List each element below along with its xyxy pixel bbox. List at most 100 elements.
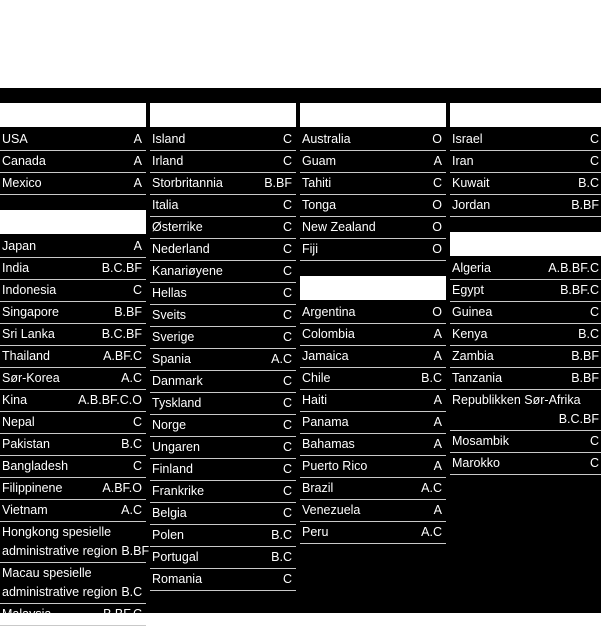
row-name: India: [2, 261, 30, 275]
table-row[interactable]: Sveits C: [150, 305, 296, 327]
table-row[interactable]: Marokko C: [450, 453, 601, 475]
table-row[interactable]: Polen B.C: [150, 525, 296, 547]
table-row[interactable]: Chile B.C: [300, 368, 446, 390]
table-row[interactable]: Danmark C: [150, 371, 296, 393]
table-row[interactable]: Spania A.C: [150, 349, 296, 371]
table-row[interactable]: Algeria A.B.BF.C: [450, 258, 601, 280]
row-code: B.BF: [571, 198, 599, 212]
row-name: Kanariøyene: [152, 264, 223, 278]
table-row[interactable]: Nederland C: [150, 239, 296, 261]
table-row[interactable]: Tyskland C: [150, 393, 296, 415]
row-code: A.C: [421, 525, 442, 539]
table-row[interactable]: Ungaren C: [150, 437, 296, 459]
table-row[interactable]: Tonga O: [300, 195, 446, 217]
table-row[interactable]: Macau spesielle administrative region B.C: [0, 563, 146, 604]
table-row[interactable]: Argentina O: [300, 302, 446, 324]
row-code: C: [589, 456, 599, 470]
row-name: Singapore: [2, 305, 59, 319]
row-name: Mosambik: [452, 434, 509, 448]
table-row[interactable]: Norge C: [150, 415, 296, 437]
row-code: A: [433, 154, 442, 168]
table-row[interactable]: Storbritannia B.BF: [150, 173, 296, 195]
table-row[interactable]: Finland C: [150, 459, 296, 481]
table-row[interactable]: Venezuela A: [300, 500, 446, 522]
table-row[interactable]: Portugal B.C: [150, 547, 296, 569]
table-row[interactable]: Malaysia B.BF.C: [0, 604, 146, 626]
table-row[interactable]: Belgia C: [150, 503, 296, 525]
table-row[interactable]: Iran C: [450, 151, 601, 173]
row-code: B.C: [271, 550, 292, 564]
table-row[interactable]: Singapore B.BF: [0, 302, 146, 324]
table-row[interactable]: Irland C: [150, 151, 296, 173]
table-row[interactable]: Kina A.B.BF.C.O: [0, 390, 146, 412]
row-code: C: [282, 220, 292, 234]
table-row[interactable]: Haiti A: [300, 390, 446, 412]
table-row[interactable]: Israel C: [450, 129, 601, 151]
row-name: Italia: [152, 198, 179, 212]
table-row[interactable]: Egypt B.BF.C: [450, 280, 601, 302]
row-name: Romania: [152, 572, 203, 586]
row-code: A: [433, 503, 442, 517]
table-row[interactable]: Kuwait B.C: [450, 173, 601, 195]
table-row[interactable]: Jamaica A: [300, 346, 446, 368]
table-row[interactable]: Frankrike C: [150, 481, 296, 503]
row-name: Bahamas: [302, 437, 355, 451]
table-row[interactable]: Guinea C: [450, 302, 601, 324]
table-row[interactable]: Østerrike C: [150, 217, 296, 239]
table-row[interactable]: Hongkong spesielle administrative region B…: [0, 522, 149, 563]
table-row[interactable]: Puerto Rico A: [300, 456, 446, 478]
table-row[interactable]: New Zealand O: [300, 217, 446, 239]
table-row[interactable]: Sri Lanka B.C.BF: [0, 324, 146, 346]
table-row[interactable]: Canada A: [0, 151, 146, 173]
table-row[interactable]: Pakistan B.C: [0, 434, 146, 456]
table-row[interactable]: Indonesia C: [0, 280, 146, 302]
table-row[interactable]: Bahamas A: [300, 434, 446, 456]
table-row[interactable]: Zambia B.BF: [450, 346, 601, 368]
row-name: Portugal: [152, 550, 199, 564]
row-code: C: [282, 308, 292, 322]
row-name-line-1: Hongkong spesielle: [2, 525, 112, 539]
table-row[interactable]: Sør-Korea A.C: [0, 368, 146, 390]
table-row[interactable]: Tanzania B.BF: [450, 368, 601, 390]
row-name: Nederland: [152, 242, 210, 256]
table-row[interactable]: Romania C: [150, 569, 296, 591]
row-name: Sri Lanka: [2, 327, 55, 341]
section-header-box: [0, 103, 146, 127]
column-2: Island C Irland C Storbritannia B.BF Italia C Øs…: [150, 88, 296, 591]
table-row[interactable]: Nepal C: [0, 412, 146, 434]
row-name: Jordan: [452, 198, 491, 212]
table-row[interactable]: Kenya B.C: [450, 324, 601, 346]
table-row[interactable]: Peru A.C: [300, 522, 446, 544]
row-code: A: [133, 239, 142, 253]
row-code: C: [432, 176, 442, 190]
table-row[interactable]: Brazil A.C: [300, 478, 446, 500]
table-row[interactable]: Australia O: [300, 129, 446, 151]
row-code: A.C: [271, 352, 292, 366]
table-row[interactable]: Republikken Sør-Afrika B.C.BF: [450, 390, 601, 431]
table-row[interactable]: Guam A: [300, 151, 446, 173]
table-row[interactable]: Island C: [150, 129, 296, 151]
table-row[interactable]: Fiji O: [300, 239, 446, 261]
table-row[interactable]: Mosambik C: [450, 431, 601, 453]
table-row[interactable]: Thailand A.BF.C: [0, 346, 146, 368]
row-code: A.BF.O: [102, 481, 142, 495]
table-row[interactable]: India B.C.BF: [0, 258, 146, 280]
table-row[interactable]: Filippinene A.BF.O: [0, 478, 146, 500]
table-row[interactable]: USA A: [0, 129, 146, 151]
table-row[interactable]: Panama A: [300, 412, 446, 434]
table-row[interactable]: Colombia A: [300, 324, 446, 346]
table-row[interactable]: Mexico A: [0, 173, 146, 195]
table-row[interactable]: Sverige C: [150, 327, 296, 349]
table-row[interactable]: Jordan B.BF: [450, 195, 601, 217]
row-code: A: [433, 415, 442, 429]
row-name-line-1: Republikken Sør-Afrika: [452, 393, 581, 407]
table-row[interactable]: Japan A: [0, 236, 146, 258]
row-code: A.B.BF.C.O: [78, 393, 142, 407]
table-row[interactable]: Italia C: [150, 195, 296, 217]
row-code: B.C.BF: [101, 261, 142, 275]
table-row[interactable]: Bangladesh C: [0, 456, 146, 478]
table-row[interactable]: Vietnam A.C: [0, 500, 146, 522]
table-row[interactable]: Hellas C: [150, 283, 296, 305]
table-row[interactable]: Kanariøyene C: [150, 261, 296, 283]
table-row[interactable]: Tahiti C: [300, 173, 446, 195]
